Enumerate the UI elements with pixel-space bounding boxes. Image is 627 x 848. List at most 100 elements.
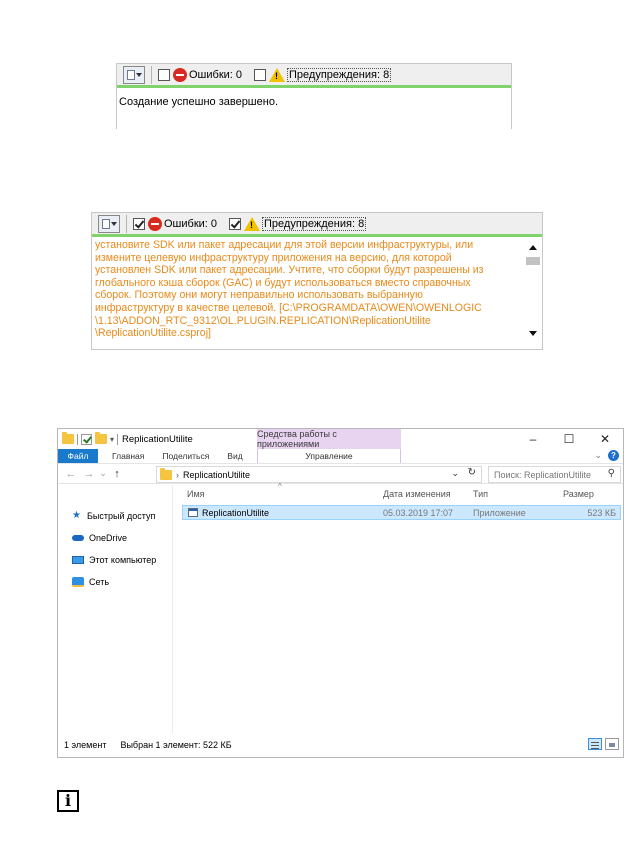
nav-item-label: Этот компьютер [89, 555, 157, 565]
warnings-label[interactable]: Предупреждения: 8 [287, 67, 392, 82]
help-icon[interactable]: ? [608, 450, 619, 461]
info-icon: i [57, 790, 79, 812]
expand-ribbon-icon[interactable]: ⌄ [594, 450, 602, 461]
item-count: 1 элемент [64, 740, 107, 750]
warnings-label[interactable]: Предупреждения: 8 [262, 216, 367, 231]
filter-dropdown-button[interactable] [98, 214, 120, 233]
column-date[interactable]: Дата изменения [383, 489, 451, 499]
sort-ascending-icon: ^ [278, 482, 282, 491]
up-button[interactable]: ↑ [110, 468, 124, 480]
file-size: 523 КБ [587, 508, 616, 518]
file-row[interactable]: ReplicationUtilite 05.03.2019 17:07 Прил… [182, 505, 621, 520]
dropdown-arrow-icon [110, 221, 117, 226]
warning-line: сборок. Поэтому они могут неправильно ис… [95, 289, 423, 302]
tab-manage[interactable]: Управление [257, 449, 401, 463]
warning-line: установлен SDK или пакет адресации. Учти… [95, 264, 484, 277]
large-icons-view-button[interactable] [605, 738, 619, 750]
application-icon [188, 508, 198, 517]
selection-info: Выбран 1 элемент: 522 КБ [120, 740, 232, 750]
error-list-panel-2: Ошибки: 0 ! Предупреждения: 8 установите… [91, 212, 543, 350]
forward-button[interactable]: → [82, 468, 96, 480]
breadcrumb[interactable]: ReplicationUtilite [183, 470, 250, 480]
nav-item-onedrive[interactable]: OneDrive [72, 533, 127, 543]
search-placeholder: Поиск: ReplicationUtilite [494, 469, 591, 480]
warning-line: установите SDK или пакет адресации для э… [95, 239, 474, 251]
nav-item-quick-access[interactable]: ★ Быстрый доступ [72, 510, 156, 522]
filter-dropdown-button[interactable] [123, 65, 145, 84]
file-type: Приложение [473, 508, 526, 518]
nav-item-this-pc[interactable]: Этот компьютер [72, 555, 156, 565]
document-icon [101, 218, 110, 229]
status-bar: 1 элемент Выбран 1 элемент: 522 КБ [58, 733, 623, 757]
maximize-button[interactable]: ☐ [551, 429, 587, 449]
warning-icon: ! [269, 67, 286, 82]
toolbar-separator [151, 65, 152, 84]
address-input[interactable]: › ReplicationUtilite ⌄ ↻ [156, 466, 482, 483]
folder-icon [160, 467, 172, 480]
errors-label[interactable]: Ошибки: 0 [164, 218, 217, 230]
warnings-checkbox[interactable] [254, 68, 267, 81]
explorer-body: ★ Быстрый доступ OneDrive Этот компьютер… [58, 482, 623, 733]
error-icon [173, 67, 187, 82]
computer-icon [72, 556, 84, 564]
document-icon [126, 69, 135, 80]
errors-label[interactable]: Ошибки: 0 [189, 69, 242, 81]
title-bar: ▾ ReplicationUtilite Средства работы с п… [58, 429, 623, 449]
search-icon[interactable]: ⚲ [608, 468, 615, 479]
file-explorer-window: ▾ ReplicationUtilite Средства работы с п… [57, 428, 624, 758]
context-tab-header: Средства работы с приложениями [257, 429, 401, 449]
nav-item-network[interactable]: Сеть [72, 577, 109, 587]
details-view-button[interactable] [588, 738, 602, 750]
scroll-down-icon[interactable] [529, 331, 537, 336]
file-date: 05.03.2019 17:07 [383, 508, 454, 518]
dropdown-arrow-icon [135, 72, 142, 77]
refresh-icon[interactable]: ↻ [468, 467, 476, 478]
column-headers: ^ Имя Дата изменения Тип Размер [173, 482, 623, 503]
breadcrumb-separator[interactable]: › [176, 470, 179, 480]
customize-qat-icon[interactable]: ▾ [110, 435, 114, 444]
warning-line: \ReplicationUtilite.csproj] [95, 327, 211, 340]
chevron-down-icon[interactable]: ⌄ [451, 468, 459, 479]
warning-text-area: установите SDK или пакет адресации для э… [92, 237, 542, 348]
nav-item-label: Быстрый доступ [87, 511, 156, 521]
warnings-checkbox[interactable] [229, 217, 242, 230]
error-list-panel-1: Ошибки: 0 ! Предупреждения: 8 Создание у… [116, 63, 512, 129]
column-name[interactable]: Имя [187, 489, 205, 499]
back-button[interactable]: ← [64, 468, 78, 480]
scroll-thumb[interactable] [526, 257, 540, 265]
tab-home[interactable]: Главная [98, 449, 153, 463]
search-input[interactable]: Поиск: ReplicationUtilite ⚲ [488, 466, 621, 483]
warning-icon: ! [244, 216, 261, 231]
folder-icon [62, 432, 74, 444]
tab-view[interactable]: Вид [218, 449, 251, 463]
toolbar-separator [126, 214, 127, 233]
close-button[interactable]: ✕ [587, 429, 623, 449]
network-icon [72, 577, 84, 587]
tab-file[interactable]: Файл [58, 449, 98, 463]
errors-checkbox[interactable] [158, 68, 170, 81]
error-list-toolbar: Ошибки: 0 ! Предупреждения: 8 [92, 213, 542, 237]
cloud-icon [72, 535, 84, 541]
column-type[interactable]: Тип [473, 489, 488, 499]
new-folder-icon[interactable] [95, 432, 107, 444]
warning-line: глобального кэша сборок (GAC) и будут ис… [95, 276, 471, 289]
warning-line: инфраструктуру в качестве целевой. [C:\P… [95, 301, 482, 314]
ribbon-tabs: Файл Главная Поделиться Вид Управление ⌄… [58, 449, 623, 463]
file-name: ReplicationUtilite [202, 508, 270, 518]
properties-icon[interactable] [81, 433, 92, 445]
vertical-scrollbar[interactable] [524, 237, 542, 348]
star-icon: ★ [72, 510, 81, 521]
recent-locations-button[interactable]: ⌄ [96, 468, 110, 479]
errors-checkbox[interactable] [133, 217, 145, 230]
nav-item-label: OneDrive [89, 533, 128, 543]
minimize-button[interactable]: – [515, 429, 551, 449]
nav-item-label: Сеть [89, 577, 110, 587]
navigation-pane: ★ Быстрый доступ OneDrive Этот компьютер… [58, 485, 173, 733]
warning-line: измените целевую инфраструктуру приложен… [95, 251, 452, 264]
error-icon [148, 216, 162, 231]
window-title: ReplicationUtilite [122, 433, 193, 445]
tab-share[interactable]: Поделиться [153, 449, 218, 463]
scroll-up-icon[interactable] [529, 245, 537, 250]
column-size[interactable]: Размер [563, 489, 594, 499]
build-message: Создание успешно завершено. [119, 96, 279, 108]
